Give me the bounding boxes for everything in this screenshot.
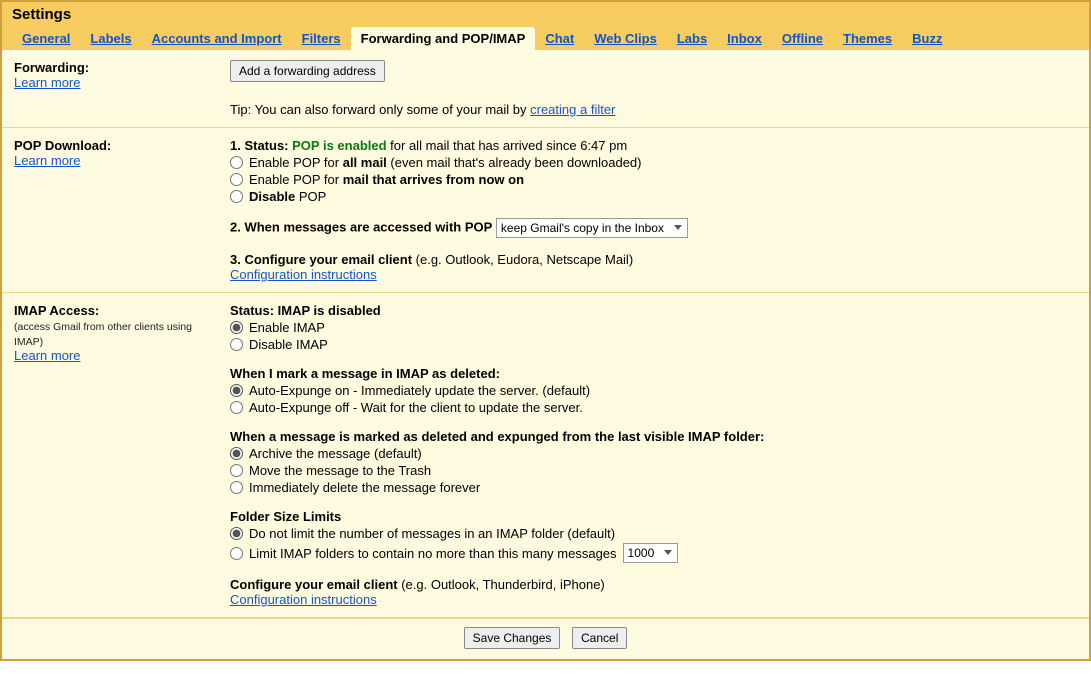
pop-access-select[interactable]: keep Gmail's copy in the Inbox (496, 218, 688, 238)
imap-config-link[interactable]: Configuration instructions (230, 592, 377, 607)
imap-enable-radio[interactable] (230, 321, 243, 334)
imap-delete-heading: When I mark a message in IMAP as deleted… (230, 366, 500, 381)
pop-config-link[interactable]: Configuration instructions (230, 267, 377, 282)
tab-web-clips[interactable]: Web Clips (584, 27, 667, 50)
add-forwarding-button[interactable]: Add a forwarding address (230, 60, 385, 82)
forwarding-title: Forwarding: (14, 60, 224, 75)
tab-accounts-and-import[interactable]: Accounts and Import (142, 27, 292, 50)
imap-archive-label: Archive the message (default) (249, 446, 422, 461)
imap-no-limit-label: Do not limit the number of messages in a… (249, 526, 615, 541)
tab-labels[interactable]: Labels (80, 27, 141, 50)
imap-trash-radio[interactable] (230, 464, 243, 477)
pop-now-on-radio[interactable] (230, 173, 243, 186)
section-forwarding: Forwarding: Learn more Add a forwarding … (2, 50, 1089, 128)
imap-subtitle: (access Gmail from other clients using I… (14, 321, 192, 348)
imap-status: Status: IMAP is disabled (230, 303, 381, 318)
section-pop: POP Download: Learn more 1. Status: POP … (2, 128, 1089, 293)
footer: Save Changes Cancel (2, 618, 1089, 659)
tab-filters[interactable]: Filters (292, 27, 351, 50)
tab-chat[interactable]: Chat (535, 27, 584, 50)
imap-expunge-off-radio[interactable] (230, 401, 243, 414)
imap-expunge-heading: When a message is marked as deleted and … (230, 429, 764, 444)
pop-all-mail-label: Enable POP for all mail (even mail that'… (249, 155, 642, 170)
imap-limits-heading: Folder Size Limits (230, 509, 341, 524)
imap-title: IMAP Access: (14, 303, 224, 318)
tab-general[interactable]: General (12, 27, 80, 50)
imap-no-limit-radio[interactable] (230, 527, 243, 540)
imap-disable-label: Disable IMAP (249, 337, 328, 352)
save-button[interactable]: Save Changes (464, 627, 561, 649)
pop-status-value: POP is enabled (292, 138, 386, 153)
imap-expunge-on-radio[interactable] (230, 384, 243, 397)
forwarding-create-filter-link[interactable]: creating a filter (530, 102, 615, 117)
pop-disable-label: Disable POP (249, 189, 326, 204)
pop-access-label: 2. When messages are accessed with POP (230, 219, 492, 234)
tab-forwarding-and-pop-imap[interactable]: Forwarding and POP/IMAP (351, 27, 536, 50)
pop-configure-label: 3. Configure your email client (230, 252, 412, 267)
tab-buzz[interactable]: Buzz (902, 27, 952, 50)
page-title: Settings (12, 6, 1079, 27)
imap-expunge-off-label: Auto-Expunge off - Wait for the client t… (249, 400, 583, 415)
pop-all-mail-radio[interactable] (230, 156, 243, 169)
imap-limit-radio[interactable] (230, 547, 243, 560)
forwarding-learn-more[interactable]: Learn more (14, 75, 80, 90)
imap-archive-radio[interactable] (230, 447, 243, 460)
tabs-bar: GeneralLabelsAccounts and ImportFiltersF… (12, 27, 1079, 50)
pop-configure-suffix: (e.g. Outlook, Eudora, Netscape Mail) (412, 252, 633, 267)
imap-configure-suffix: (e.g. Outlook, Thunderbird, iPhone) (398, 577, 605, 592)
settings-header: Settings GeneralLabelsAccounts and Impor… (2, 2, 1089, 50)
pop-title: POP Download: (14, 138, 224, 153)
imap-learn-more[interactable]: Learn more (14, 348, 80, 363)
pop-disable-radio[interactable] (230, 190, 243, 203)
pop-now-on-label: Enable POP for mail that arrives from no… (249, 172, 524, 187)
imap-delete-forever-radio[interactable] (230, 481, 243, 494)
section-imap: IMAP Access: (access Gmail from other cl… (2, 293, 1089, 618)
pop-learn-more[interactable]: Learn more (14, 153, 80, 168)
imap-limit-select[interactable]: 1000 (623, 543, 678, 563)
tab-labs[interactable]: Labs (667, 27, 717, 50)
tab-offline[interactable]: Offline (772, 27, 833, 50)
pop-status-label: 1. Status: (230, 138, 289, 153)
imap-enable-label: Enable IMAP (249, 320, 325, 335)
imap-trash-label: Move the message to the Trash (249, 463, 431, 478)
imap-limit-label: Limit IMAP folders to contain no more th… (249, 546, 617, 561)
pop-status-suffix: for all mail that has arrived since 6:47… (387, 138, 628, 153)
imap-delete-forever-label: Immediately delete the message forever (249, 480, 480, 495)
imap-expunge-on-label: Auto-Expunge on - Immediately update the… (249, 383, 590, 398)
imap-disable-radio[interactable] (230, 338, 243, 351)
imap-configure-label: Configure your email client (230, 577, 398, 592)
tab-inbox[interactable]: Inbox (717, 27, 772, 50)
forwarding-tip-text: Tip: You can also forward only some of y… (230, 102, 530, 117)
tab-themes[interactable]: Themes (833, 27, 902, 50)
cancel-button[interactable]: Cancel (572, 627, 627, 649)
